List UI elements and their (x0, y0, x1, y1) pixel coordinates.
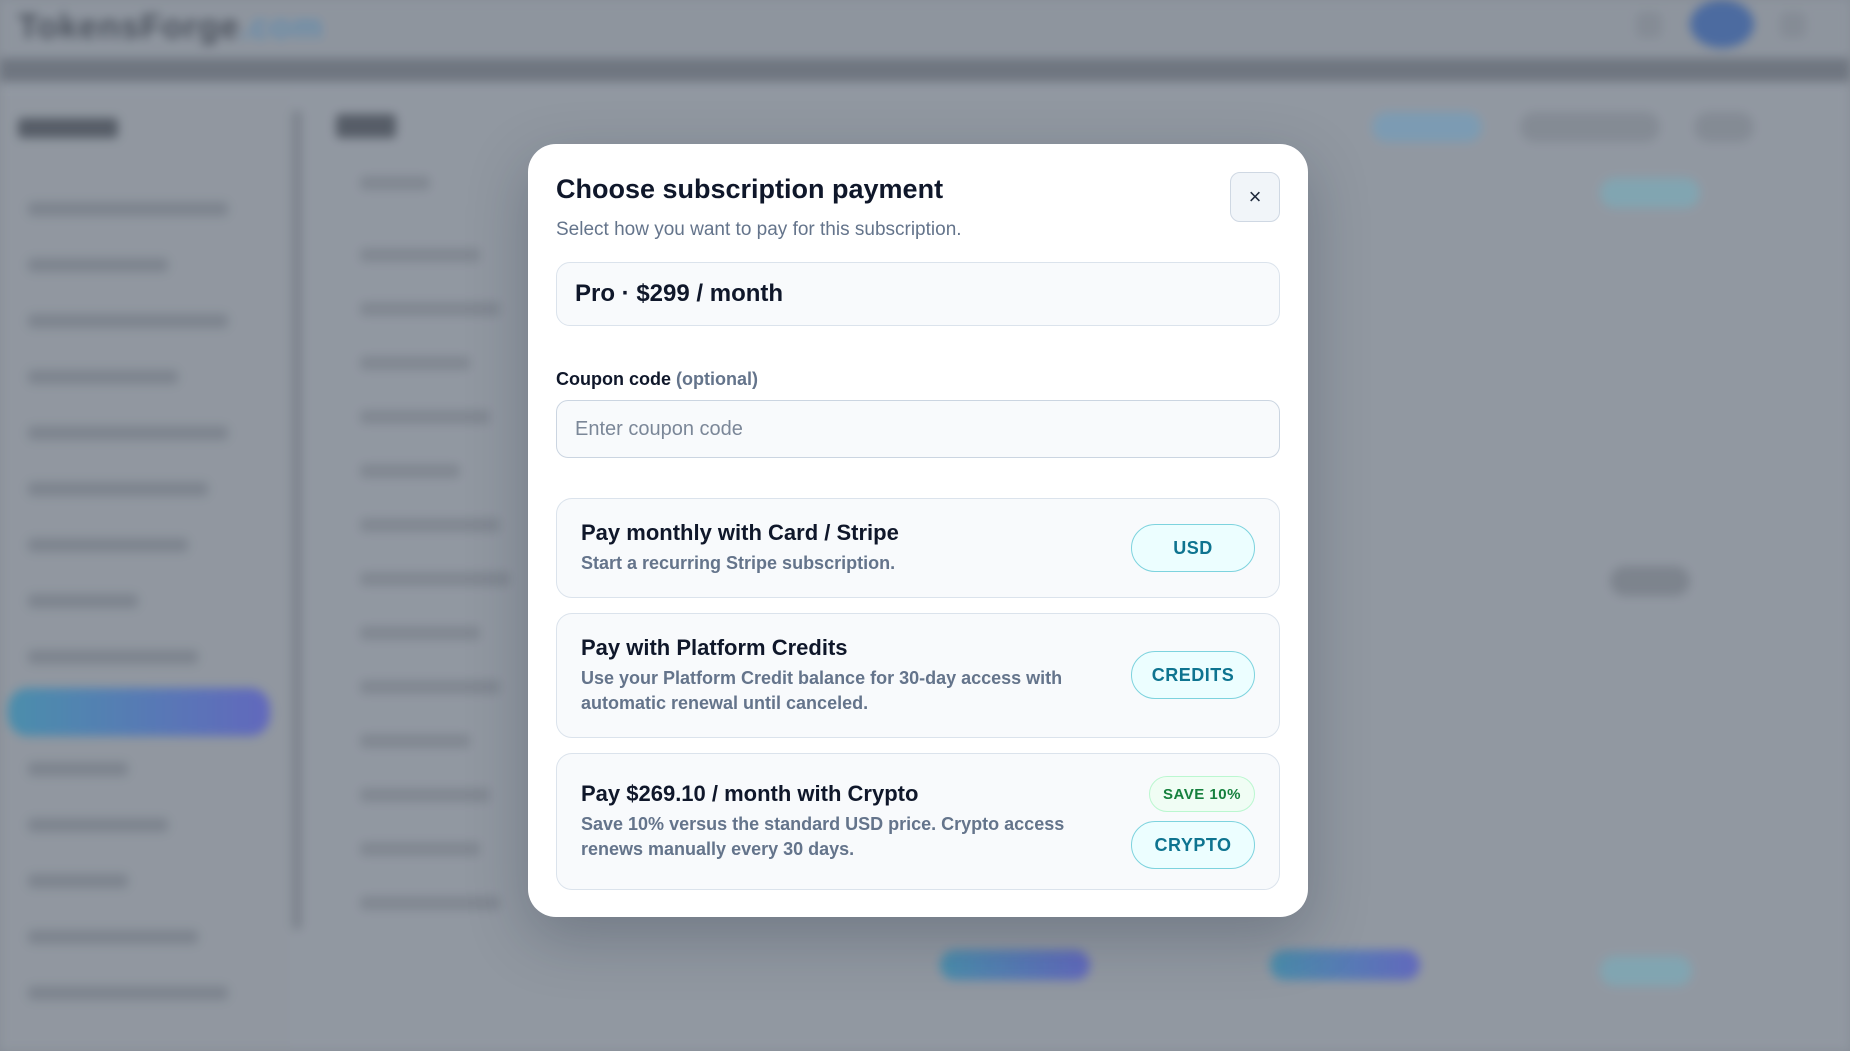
modal-title: Choose subscription payment (556, 174, 944, 204)
coupon-label-text: Coupon code (556, 369, 671, 389)
option-description: Start a recurring Stripe subscription. (581, 553, 896, 573)
usd-button[interactable]: USD (1131, 524, 1255, 572)
coupon-input[interactable] (556, 400, 1280, 458)
payment-option-credits[interactable]: Pay with Platform Credits Use your Platf… (556, 613, 1280, 738)
crypto-button[interactable]: CRYPTO (1131, 821, 1255, 869)
close-button[interactable]: × (1230, 172, 1280, 222)
credits-button[interactable]: CREDITS (1131, 651, 1255, 699)
coupon-label: Coupon code (optional) (556, 368, 1280, 390)
plan-summary: Pro · $299 / month (556, 262, 1280, 326)
payment-option-crypto[interactable]: Pay $269.10 / month with Crypto Save 10%… (556, 753, 1280, 890)
subscription-payment-modal: Choose subscription payment Select how y… (528, 144, 1308, 917)
save-badge: SAVE 10% (1149, 776, 1255, 812)
modal-subtitle: Select how you want to pay for this subs… (556, 219, 962, 240)
option-description: Use your Platform Credit balance for 30-… (581, 668, 1063, 713)
payment-option-stripe[interactable]: Pay monthly with Card / Stripe Start a r… (556, 498, 1280, 598)
close-icon: × (1248, 184, 1262, 209)
coupon-optional-text: (optional) (676, 369, 758, 389)
plan-summary-text: Pro · $299 / month (575, 280, 784, 307)
option-description: Save 10% versus the standard USD price. … (581, 814, 1065, 859)
